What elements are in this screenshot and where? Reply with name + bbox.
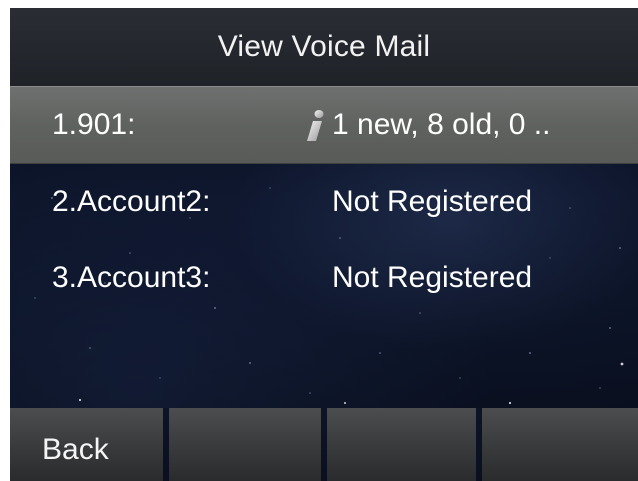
account-label: 2.Account2: [52,185,211,218]
voicemail-screen: View Voice Mail 1.901: 1 new, 8 old, 0 .… [10,8,638,481]
account-status: 1 new, 8 old, 0 .. [304,107,550,143]
title-bar: View Voice Mail [10,8,638,86]
softkey-label [482,440,514,450]
scroll-indicator [0,124,3,132]
account-status: Not Registered [332,185,533,218]
softkey-back-button[interactable]: Back [10,408,163,481]
account-label: 3.Account3: [52,261,211,294]
account-row-2[interactable]: 2.Account2: Not Registered [10,164,638,240]
voicemail-count: 1 new, 8 old, 0 .. [332,108,551,141]
softkey-bar: Back [10,408,638,481]
softkey-label [169,440,201,450]
softkey-4-button[interactable] [482,408,638,481]
softkey-2-button[interactable] [169,408,321,481]
softkey-label [327,440,359,450]
account-label: 1.901: [52,108,136,141]
account-row-1[interactable]: 1.901: 1 new, 8 old, 0 .. [10,86,638,164]
account-status: Not Registered [332,261,533,294]
account-row-3[interactable]: 3.Account3: Not Registered [10,240,638,316]
softkey-label: Back [42,432,109,466]
softkey-3-button[interactable] [327,408,476,481]
info-icon [307,110,324,141]
page-title: View Voice Mail [217,30,431,63]
